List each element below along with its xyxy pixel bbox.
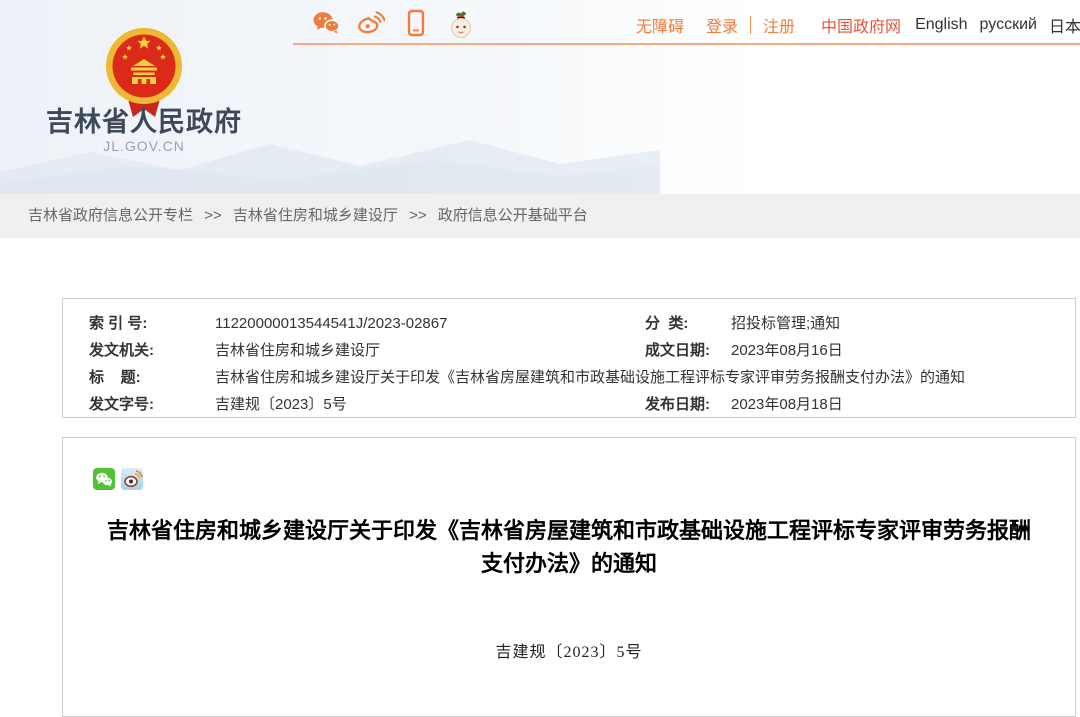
nav-gov-cn[interactable]: 中国政府网 [821,13,901,37]
nav-register[interactable]: 注册 [763,13,795,37]
share-bar [93,468,1075,490]
meta-agency-label: 发文机关: [89,337,215,364]
breadcrumb-separator: >> [409,207,427,224]
nav-lang-russian[interactable]: русский [980,16,1037,34]
meta-index-value: 11220000013544541J/2023-02867 [215,310,645,337]
meta-category-value: 招投标管理;通知 [731,310,1065,337]
breadcrumb-item-opengov-column[interactable]: 吉林省政府信息公开专栏 [28,207,193,224]
meta-publish-date-value: 2023年08月18日 [731,391,1065,418]
nav-accessibility[interactable]: 无障碍 [636,13,684,37]
top-navigation: 无障碍 登录 注册 中国政府网 English русский 日本語 한국 [636,13,1080,37]
article-content-box: 吉林省住房和城乡建设厅关于印发《吉林省房屋建筑和市政基础设施工程评标专家评审劳务… [62,437,1076,717]
weibo-icon[interactable] [357,8,385,38]
meta-title-value: 吉林省住房和城乡建设厅关于印发《吉林省房屋建筑和市政基础设施工程评标专家评审劳务… [215,364,1065,391]
header-social-bar [312,8,475,38]
nav-login[interactable]: 登录 [706,13,738,37]
wechat-icon[interactable] [312,8,340,38]
meta-written-date-value: 2023年08月16日 [731,337,1065,364]
nav-lang-japanese[interactable]: 日本語 [1049,13,1080,37]
nav-lang-english[interactable]: English [915,16,967,34]
share-wechat-icon[interactable] [93,468,115,490]
site-name: 吉林省人民政府 [44,100,244,139]
site-logo[interactable]: 吉林省人民政府 JL.GOV.CN [44,18,244,168]
article-title: 吉林省住房和城乡建设厅关于印发《吉林省房屋建筑和市政基础设施工程评标专家评审劳务… [102,514,1036,580]
mobile-phone-icon[interactable] [402,8,430,38]
share-weibo-icon[interactable] [121,468,143,490]
article-doc-number: 吉建规〔2023〕5号 [63,638,1075,662]
breadcrumb-item-opengov-platform[interactable]: 政府信息公开基础平台 [438,207,588,224]
meta-title-label: 标 题: [89,364,215,391]
meta-category-label: 分 类: [645,310,731,337]
meta-publish-date-label: 发布日期: [645,391,731,418]
breadcrumb: 吉林省政府信息公开专栏 >> 吉林省住房和城乡建设厅 >> 政府信息公开基础平台 [0,194,1080,238]
meta-doc-no-value: 吉建规〔2023〕5号 [215,391,645,418]
nav-divider [750,16,751,34]
meta-index-label: 索 引 号: [89,310,215,337]
meta-written-date-label: 成文日期: [645,337,731,364]
site-domain: JL.GOV.CN [44,138,244,154]
breadcrumb-separator: >> [204,207,222,224]
breadcrumb-item-housing-dept[interactable]: 吉林省住房和城乡建设厅 [233,207,398,224]
meta-doc-no-label: 发文字号: [89,391,215,418]
document-metadata-box: 索 引 号: 11220000013544541J/2023-02867 分 类… [62,298,1076,418]
site-header: 吉林省人民政府 JL.GOV.CN [0,0,1080,194]
meta-agency-value: 吉林省住房和城乡建设厅 [215,337,645,364]
mascot-icon[interactable] [447,8,475,38]
header-divider-line [293,43,1080,45]
